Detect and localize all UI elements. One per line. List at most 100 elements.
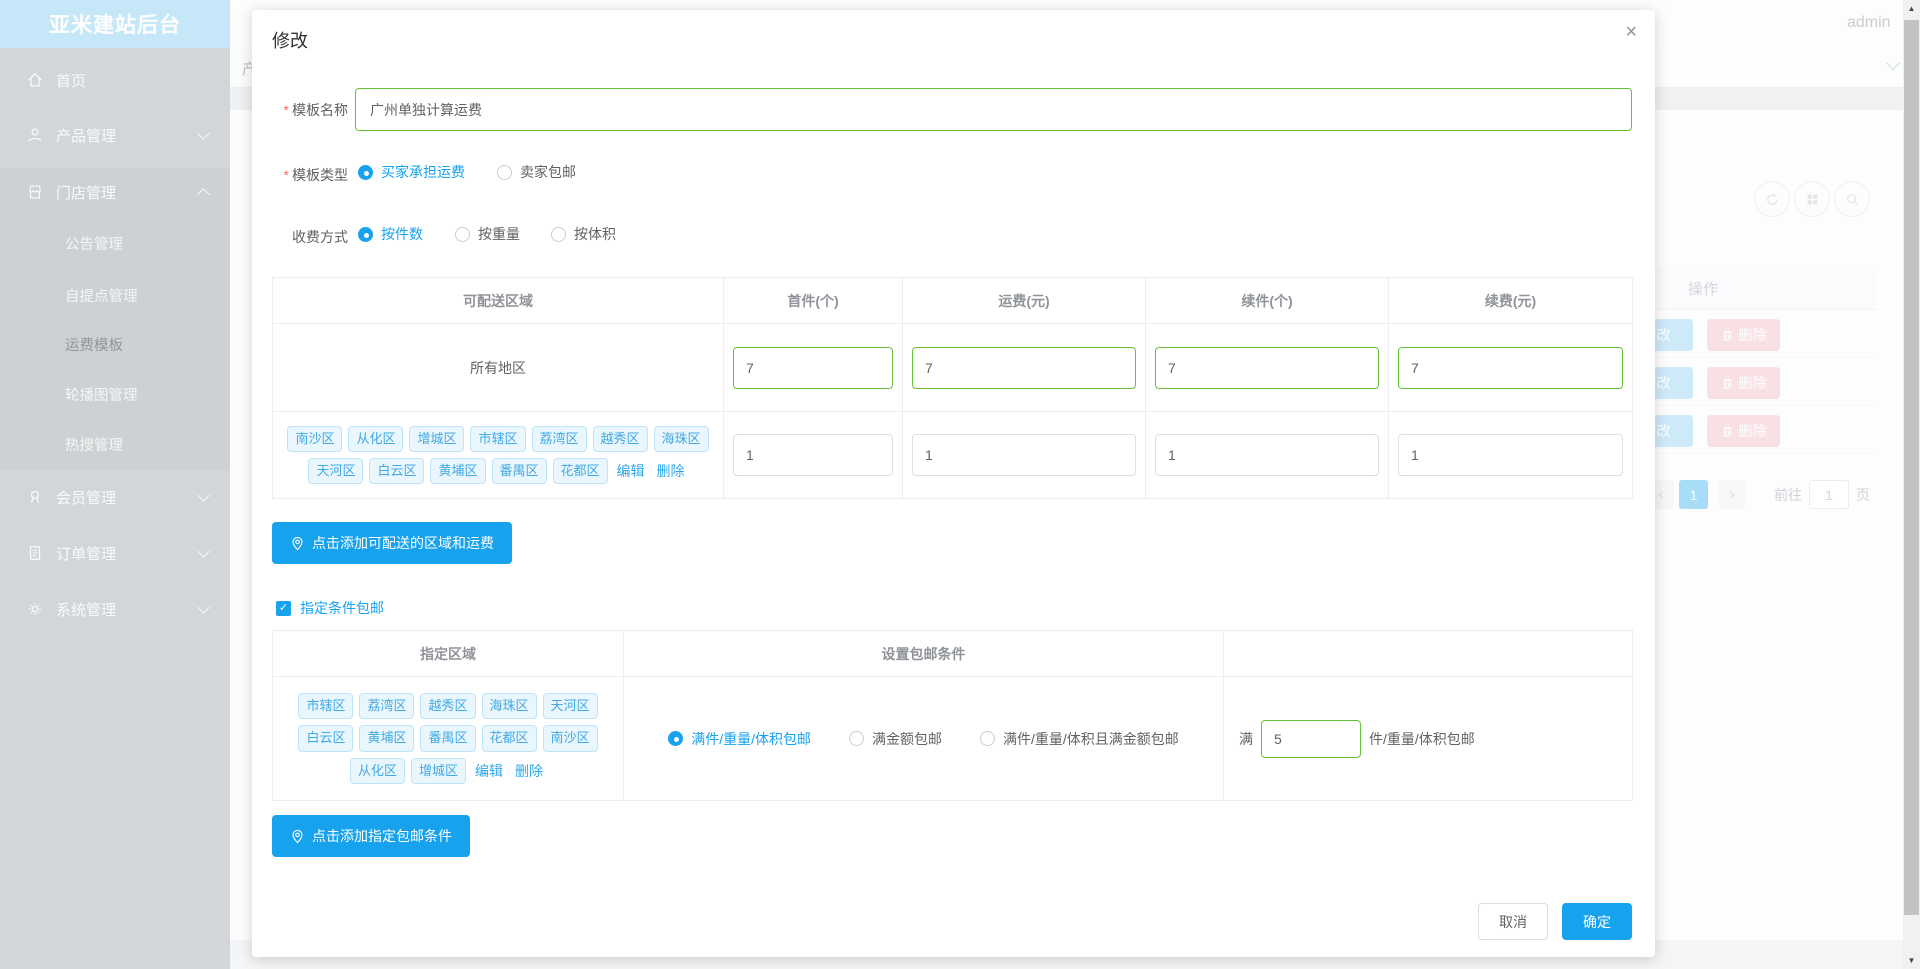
radio-free-by-amount[interactable]: 满金额包邮 — [849, 729, 942, 749]
district-tag[interactable]: 南沙区 — [287, 425, 343, 452]
col-header-additional-piece: 续件(个) — [1145, 277, 1389, 324]
pagination-unit-label: 页 — [1856, 486, 1870, 503]
search-icon-button[interactable] — [1834, 181, 1870, 217]
additional-fee-input[interactable] — [1398, 434, 1623, 476]
trash-icon — [1722, 378, 1732, 389]
district-tag[interactable]: 市辖区 — [298, 693, 354, 720]
scroll-up-arrow-icon[interactable]: ▲ — [1903, 0, 1920, 17]
district-tag[interactable]: 从化区 — [348, 425, 404, 452]
refresh-icon-button[interactable] — [1754, 181, 1790, 217]
district-tag[interactable]: 白云区 — [369, 458, 425, 485]
fee-input[interactable] — [912, 434, 1136, 476]
pagination-goto-input[interactable]: 1 — [1809, 480, 1849, 509]
sidebar-subitem-carousel[interactable]: 轮播图管理 — [65, 374, 230, 414]
edit-districts-link[interactable]: 编辑 — [617, 461, 645, 481]
threshold-input[interactable] — [1261, 719, 1361, 758]
radio-dot-icon — [358, 226, 373, 242]
district-tag[interactable]: 越秀区 — [420, 693, 476, 720]
district-tag[interactable]: 荔湾区 — [531, 425, 587, 452]
district-tag[interactable]: 海珠区 — [653, 425, 709, 452]
district-tag[interactable]: 南沙区 — [542, 725, 598, 752]
sidebar-item-orders[interactable]: 订单管理 — [0, 531, 230, 575]
sidebar-subitem-shipping-templates[interactable]: 运费模板 — [65, 324, 230, 364]
district-tag[interactable]: 番禺区 — [491, 458, 547, 485]
first-piece-input[interactable] — [733, 346, 893, 389]
ops-column-header: 操作 — [1688, 281, 1719, 298]
district-tag[interactable]: 天河区 — [542, 693, 598, 720]
threshold-prefix: 满 — [1239, 730, 1253, 747]
sidebar-subitem-pickup-points[interactable]: 自提点管理 — [65, 275, 230, 315]
row-delete-button[interactable]: 删除 — [1707, 367, 1780, 399]
close-icon[interactable]: × — [1625, 22, 1637, 42]
radio-buyer-pays[interactable]: 买家承担运费 — [358, 162, 465, 182]
additional-piece-input[interactable] — [1155, 346, 1379, 389]
sidebar-item-members[interactable]: 会员管理 — [0, 475, 230, 519]
district-tag[interactable]: 越秀区 — [592, 425, 648, 452]
conditional-free-shipping-checkbox[interactable]: ✓ 指定条件包邮 — [276, 598, 384, 618]
additional-fee-input[interactable] — [1398, 346, 1623, 389]
trash-icon — [1722, 426, 1732, 437]
radio-by-piece[interactable]: 按件数 — [358, 224, 423, 244]
add-region-button[interactable]: 点击添加可配送的区域和运费 — [272, 522, 512, 564]
radio-free-by-quantity-and-amount[interactable]: 满件/重量/体积且满金额包邮 — [980, 729, 1179, 749]
col-header-empty — [1223, 630, 1633, 677]
cancel-button[interactable]: 取消 — [1478, 903, 1548, 940]
district-tag[interactable]: 天河区 — [308, 458, 364, 485]
sidebar-item-products[interactable]: 产品管理 — [0, 113, 230, 157]
district-tag[interactable]: 荔湾区 — [359, 693, 415, 720]
pagination-page-1[interactable]: 1 — [1679, 480, 1708, 509]
add-condition-button[interactable]: 点击添加指定包邮条件 — [272, 815, 470, 857]
region-fee-table: 可配送区域 首件(个) 运费(元) 续件(个) 续费(元) 所有地区 南沙区从化… — [272, 277, 1633, 499]
row-delete-button[interactable]: 删除 — [1707, 319, 1780, 351]
sidebar-item-label: 门店管理 — [56, 184, 117, 202]
district-tag[interactable]: 从化区 — [349, 757, 405, 784]
delete-districts-link[interactable]: 删除 — [515, 761, 543, 781]
radio-seller-free-shipping[interactable]: 卖家包邮 — [497, 162, 576, 182]
col-header-fee: 运费(元) — [902, 277, 1146, 324]
user-icon — [26, 126, 44, 144]
radio-by-volume[interactable]: 按体积 — [551, 224, 616, 244]
scrollbar-thumb[interactable] — [1904, 20, 1919, 915]
template-type-label: * 模板类型 — [283, 167, 348, 183]
edit-districts-link[interactable]: 编辑 — [475, 761, 503, 781]
district-tag[interactable]: 花都区 — [481, 725, 537, 752]
free-shipping-condition-table: 指定区域 设置包邮条件 市辖区 荔湾区 越秀区 海珠区 天河区 白云区 黄埔区 番禺区 花都区南… — [272, 630, 1633, 801]
chevron-up-icon — [197, 187, 210, 201]
chevron-down-icon — [197, 600, 210, 614]
vertical-scrollbar[interactable]: ▲ ▼ — [1903, 0, 1920, 969]
first-piece-input[interactable] — [733, 434, 893, 476]
sidebar-subitem-hot-search[interactable]: 热搜管理 — [65, 424, 230, 464]
district-tag[interactable]: 黄埔区 — [359, 725, 415, 752]
radio-dot-icon — [668, 731, 684, 746]
district-tag[interactable]: 市辖区 — [470, 425, 526, 452]
template-name-input[interactable] — [355, 88, 1632, 131]
district-tag[interactable]: 增城区 — [409, 425, 465, 452]
sidebar-item-store[interactable]: 门店管理 — [0, 170, 230, 214]
pagination-next-button[interactable]: › — [1719, 480, 1745, 509]
grid-columns-icon-button[interactable] — [1794, 181, 1830, 217]
gear-icon — [26, 600, 44, 618]
district-tag[interactable]: 番禺区 — [420, 725, 476, 752]
sidebar-item-label: 订单管理 — [56, 545, 117, 563]
sidebar-subitem-announcements[interactable]: 公告管理 — [65, 223, 230, 263]
sidebar-item-home[interactable]: 首页 — [0, 58, 230, 102]
radio-dot-icon — [980, 731, 995, 746]
district-tag[interactable]: 海珠区 — [481, 693, 537, 720]
additional-piece-input[interactable] — [1155, 434, 1379, 476]
admin-username[interactable]: admin — [1847, 14, 1891, 32]
scroll-down-arrow-icon[interactable]: ▼ — [1903, 952, 1920, 969]
radio-free-by-quantity[interactable]: 满件/重量/体积包邮 — [668, 729, 811, 749]
col-header-region: 可配送区域 — [272, 277, 724, 324]
row-delete-button[interactable]: 删除 — [1707, 415, 1780, 447]
fee-input[interactable] — [912, 346, 1136, 389]
radio-by-weight[interactable]: 按重量 — [455, 224, 520, 244]
district-tag[interactable]: 黄埔区 — [430, 458, 486, 485]
sidebar-item-system[interactable]: 系统管理 — [0, 587, 230, 631]
confirm-button[interactable]: 确定 — [1562, 903, 1632, 940]
district-tag[interactable]: 增城区 — [411, 757, 467, 784]
location-pin-icon — [292, 536, 303, 550]
delete-districts-link[interactable]: 删除 — [657, 461, 685, 481]
table-row: 南沙区 从化区 增城区 市辖区 荔湾区 越秀区 海珠区 天河区 白云区 黄埔区 番禺区 花都区 编辑 … — [272, 411, 1633, 499]
district-tag[interactable]: 花都区 — [552, 458, 608, 485]
district-tag[interactable]: 白云区 — [298, 725, 354, 752]
